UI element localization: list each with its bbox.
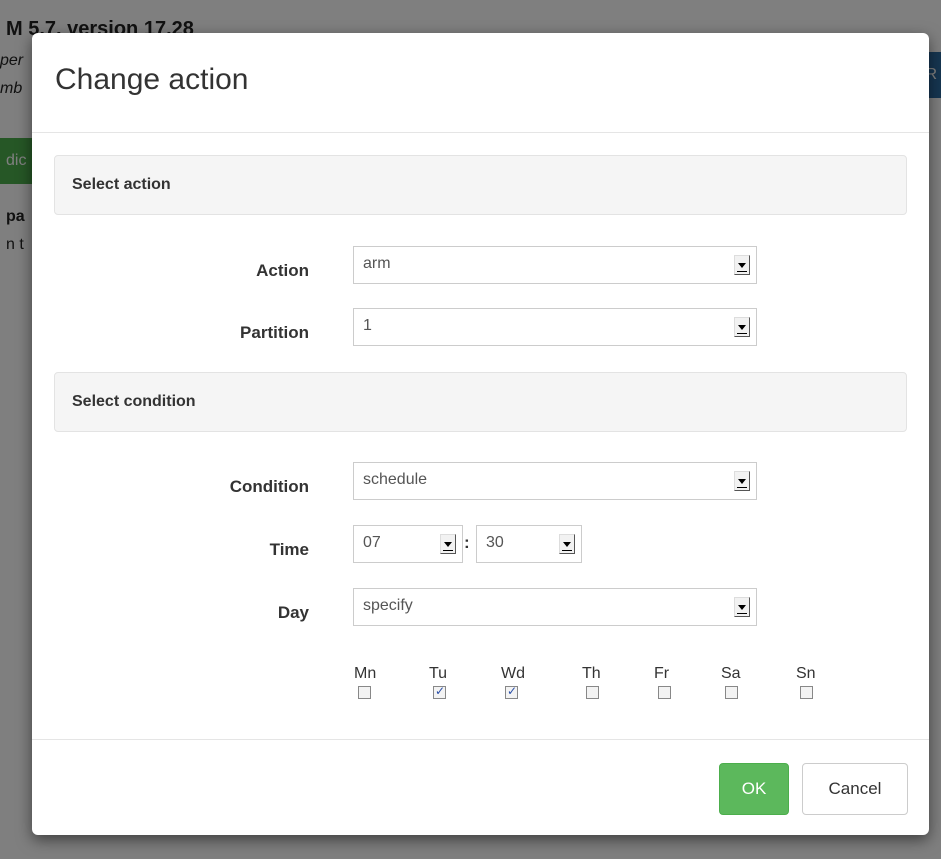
time-separator: : [464, 533, 470, 552]
condition-select-value: schedule [363, 471, 428, 488]
time-hour-select[interactable]: 07 [353, 525, 463, 563]
checkbox[interactable] [800, 686, 813, 699]
time-minute-select[interactable]: 30 [476, 525, 582, 563]
modal-header: Change action [32, 33, 929, 133]
action-select[interactable]: arm [353, 246, 757, 284]
chevron-down-icon[interactable] [734, 255, 750, 275]
day-label-wd: Wd [501, 665, 525, 682]
ok-button[interactable]: OK [719, 763, 789, 815]
modal-title: Change action [55, 63, 249, 96]
cancel-button[interactable]: Cancel [802, 763, 908, 815]
day-label-mn: Mn [354, 665, 377, 682]
day-select[interactable]: specify [353, 588, 757, 626]
chevron-down-icon[interactable] [440, 534, 456, 554]
condition-select[interactable]: schedule [353, 462, 757, 500]
checkbox[interactable] [658, 686, 671, 699]
checkbox[interactable] [433, 684, 446, 699]
day-label-tu: Tu [429, 665, 448, 682]
day-checkbox-fr[interactable]: Fr [654, 665, 671, 701]
checkbox[interactable] [358, 686, 371, 699]
modal-footer: OK Cancel [32, 739, 929, 836]
day-checkbox-wd[interactable]: Wd [501, 665, 525, 701]
chevron-down-icon[interactable] [734, 597, 750, 617]
action-label: Action [256, 261, 309, 280]
time-minute-value: 30 [486, 534, 504, 551]
day-label-fr: Fr [654, 665, 670, 682]
day-label-sn: Sn [796, 665, 816, 682]
select-condition-section: Select condition [54, 372, 907, 432]
condition-label: Condition [229, 477, 309, 496]
select-condition-heading: Select condition [72, 393, 196, 410]
checkbox[interactable] [725, 686, 738, 699]
chevron-down-icon[interactable] [559, 534, 575, 554]
day-label: Day [277, 603, 309, 622]
select-action-section: Select action [54, 155, 907, 215]
checkbox[interactable] [586, 686, 599, 699]
day-label-sa: Sa [721, 665, 741, 682]
chevron-down-icon[interactable] [734, 317, 750, 337]
time-hour-value: 07 [363, 534, 381, 551]
chevron-down-icon[interactable] [734, 471, 750, 491]
day-checkbox-mn[interactable]: Mn [354, 665, 376, 701]
select-action-heading: Select action [72, 176, 171, 193]
day-checkbox-sa[interactable]: Sa [721, 665, 741, 701]
time-label: Time [269, 540, 309, 559]
day-checkbox-sn[interactable]: Sn [796, 665, 816, 701]
day-select-value: specify [363, 597, 413, 614]
change-action-dialog: Change action Select action Action arm P… [32, 33, 929, 835]
day-checkbox-th[interactable]: Th [582, 665, 601, 701]
partition-label: Partition [240, 323, 309, 342]
checkbox[interactable] [505, 684, 518, 699]
day-label-th: Th [582, 665, 601, 682]
action-select-value: arm [363, 255, 391, 272]
partition-select-value: 1 [363, 317, 372, 334]
day-checkbox-tu[interactable]: Tu [429, 665, 447, 701]
partition-select[interactable]: 1 [353, 308, 757, 346]
